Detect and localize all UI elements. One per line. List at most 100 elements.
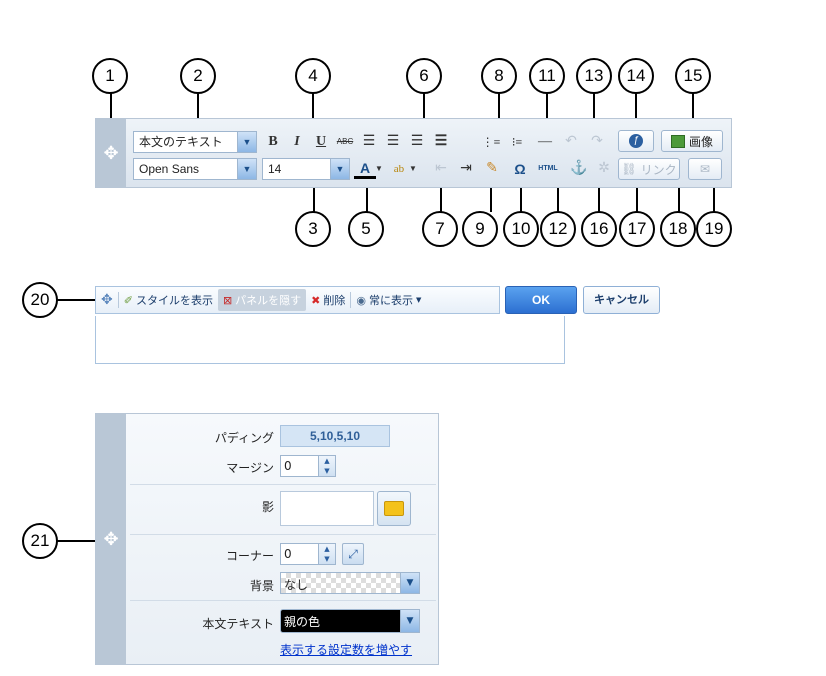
- hide-panel-icon: ⊠: [222, 293, 233, 307]
- body-text-label: 本文テキスト: [202, 617, 274, 631]
- chevron-down-icon[interactable]: ▼: [374, 158, 384, 180]
- chevron-down-icon: ▼: [237, 159, 256, 179]
- outdent-icon[interactable]: ⇤: [430, 158, 452, 180]
- italic-button[interactable]: I: [286, 131, 308, 153]
- indent-icon[interactable]: ⇥: [455, 158, 477, 180]
- margin-stepper[interactable]: 0 ▲ ▼: [280, 455, 336, 477]
- callout-16: 16: [581, 211, 617, 247]
- spinner-arrows-icon[interactable]: ▲ ▼: [318, 544, 335, 564]
- align-left-icon[interactable]: ☰: [358, 131, 380, 153]
- strikethrough-button[interactable]: ABC: [334, 131, 356, 153]
- corner-stepper[interactable]: 0 ▲ ▼: [280, 543, 336, 565]
- show-style-button[interactable]: ✐ スタイルを表示: [119, 289, 218, 311]
- unlink-icon[interactable]: ✲: [593, 158, 615, 180]
- margin-label: マージン: [226, 461, 274, 475]
- callout-11: 11: [529, 58, 565, 94]
- divider: [130, 484, 436, 485]
- hide-panel-label: パネルを隠す: [235, 294, 302, 307]
- flash-button[interactable]: ƒ: [618, 130, 654, 152]
- background-value: なし: [284, 578, 309, 592]
- callout-4: 4: [295, 58, 331, 94]
- paragraph-format-value: 本文のテキスト: [139, 135, 223, 149]
- divider: [130, 600, 436, 601]
- align-center-icon[interactable]: ☰: [382, 131, 404, 153]
- bold-button[interactable]: B: [262, 131, 284, 153]
- undo-icon[interactable]: ↶: [560, 131, 582, 153]
- expand-corners-icon[interactable]: ⤢: [342, 543, 364, 565]
- spinner-arrows-icon[interactable]: ▲ ▼: [318, 456, 335, 476]
- ok-button[interactable]: OK: [505, 286, 577, 314]
- callout-3: 3: [295, 211, 331, 247]
- show-style-label: スタイルを表示: [135, 294, 213, 307]
- padding-value[interactable]: 5,10,5,10: [280, 425, 390, 447]
- more-settings-link[interactable]: 表示する設定数を増やす: [280, 641, 412, 658]
- paragraph-format-select[interactable]: 本文のテキスト ▼: [133, 131, 257, 153]
- callout-12: 12: [540, 211, 576, 247]
- bullet-list-icon[interactable]: ⁝≡: [506, 131, 528, 153]
- callout-10: 10: [503, 211, 539, 247]
- corner-label: コーナー: [225, 549, 274, 563]
- paint-brush-icon: ✐: [123, 293, 133, 307]
- callout-19: 19: [696, 211, 732, 247]
- always-show-label: 常に表示: [369, 294, 413, 307]
- body-text-color-select[interactable]: 親の色 ▼: [280, 609, 420, 633]
- chevron-down-icon[interactable]: ▼: [408, 158, 418, 180]
- flash-icon: ƒ: [629, 134, 643, 148]
- chevron-down-icon: ▼: [400, 573, 419, 593]
- corner-value: 0: [284, 547, 292, 561]
- content-area[interactable]: [95, 316, 565, 364]
- align-justify-icon[interactable]: ☰: [430, 131, 452, 153]
- align-right-icon[interactable]: ☰: [406, 131, 428, 153]
- background-label: 背景: [249, 579, 274, 593]
- callout-6: 6: [406, 58, 442, 94]
- margin-value: 0: [284, 459, 292, 473]
- link-button-label: リンク: [640, 162, 677, 177]
- chevron-down-icon: ▼: [400, 609, 420, 633]
- numbered-list-icon[interactable]: ⋮≡: [480, 131, 502, 153]
- font-family-select[interactable]: Open Sans ▼: [133, 158, 257, 180]
- cancel-button[interactable]: キャンセル: [583, 286, 660, 314]
- horizontal-rule-icon[interactable]: —: [534, 131, 556, 153]
- hide-panel-button[interactable]: ⊠ パネルを隠す: [217, 289, 307, 311]
- callout-1: 1: [92, 58, 128, 94]
- highlight-color-icon[interactable]: ab: [388, 158, 410, 180]
- callout-21: 21: [22, 523, 58, 559]
- image-icon: [670, 134, 685, 148]
- move-handle[interactable]: ✥: [96, 289, 118, 311]
- callout-17: 17: [619, 211, 655, 247]
- edit-source-icon[interactable]: ✎: [481, 158, 503, 180]
- callout-15: 15: [675, 58, 711, 94]
- image-button-label: 画像: [688, 134, 713, 149]
- editor-toolbar: ✥ 本文のテキスト ▼ Open Sans ▼ 14 ▼ B I U ABC ☰…: [95, 118, 732, 188]
- callout-5: 5: [348, 211, 384, 247]
- block-action-bar: ✥ ✐ スタイルを表示 ⊠ パネルを隠す ✖ 削除 ◉ 常に表示 ▼: [95, 286, 500, 314]
- shadow-picker-button[interactable]: [377, 491, 411, 526]
- email-button[interactable]: ✉: [688, 158, 722, 180]
- link-button[interactable]: ⛓ リンク: [618, 158, 680, 180]
- html-button[interactable]: HTML: [537, 158, 559, 180]
- divider: [130, 534, 436, 535]
- background-select[interactable]: なし ▼: [280, 572, 420, 594]
- shadow-label: 影: [261, 500, 274, 514]
- callout-8: 8: [481, 58, 517, 94]
- font-color-button[interactable]: A: [354, 158, 376, 179]
- callout-20: 20: [22, 282, 58, 318]
- move-handle-icon[interactable]: ✥: [96, 119, 126, 187]
- move-handle-icon[interactable]: ✥: [96, 414, 126, 664]
- shadow-preview[interactable]: [280, 491, 374, 526]
- callout-7: 7: [422, 211, 458, 247]
- redo-icon[interactable]: ↷: [586, 131, 608, 153]
- font-size-value: 14: [268, 162, 282, 176]
- image-button[interactable]: 画像: [661, 130, 723, 152]
- eye-icon: ◉: [356, 293, 366, 307]
- font-family-value: Open Sans: [139, 162, 200, 176]
- callout-18: 18: [660, 211, 696, 247]
- chevron-down-icon: ▼: [416, 296, 422, 304]
- move-icon: ✥: [101, 292, 113, 308]
- always-show-dropdown[interactable]: ◉ 常に表示 ▼: [351, 289, 426, 311]
- delete-button[interactable]: ✖ 削除: [306, 289, 350, 311]
- font-size-select[interactable]: 14 ▼: [262, 158, 350, 180]
- anchor-icon[interactable]: ⚓: [568, 158, 590, 180]
- underline-button[interactable]: U: [310, 131, 332, 153]
- special-character-button[interactable]: Ω: [509, 158, 531, 180]
